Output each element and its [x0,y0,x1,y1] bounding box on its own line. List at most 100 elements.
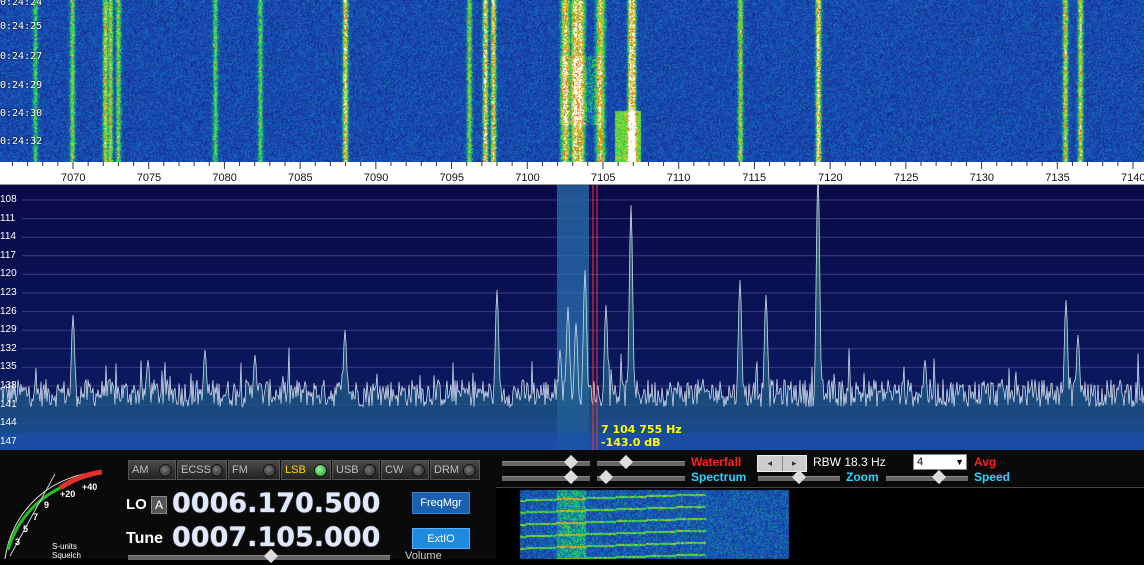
waterfall-display[interactable]: 0:24:24 0:24:25 0:24:27 0:24:29 0:24:30 … [0,0,1144,162]
s-meter-scale-label: +40 [82,482,98,492]
s-meter-units-label: S-units [52,542,77,551]
mode-button-label: DRM [434,464,460,476]
mode-led-icon [314,463,327,477]
chevron-down-icon: ▼ [955,457,964,467]
frequency-tick-label: 7115 [742,172,767,184]
speed-label: Speed [974,470,1011,484]
mode-button-usb[interactable]: USB [332,460,380,480]
db-scale-label: 129 [0,324,17,336]
s-meter-scale-label: 3 [15,537,21,547]
mode-button-fm[interactable]: FM [228,460,280,480]
db-scale-label: 147 [0,435,17,447]
frequency-tick-label: 7130 [969,172,995,184]
freqmgr-button[interactable]: FreqMgr [412,492,470,514]
waterfall-time-label: 0:24:32 [0,136,43,147]
waterfall-offset-slider[interactable] [502,454,590,470]
spectrum-label: Spectrum [691,470,747,484]
mode-button-label: FM [232,464,248,476]
waterfall-time-label: 0:24:30 [0,108,43,119]
frequency-tick-label: 7080 [212,172,237,184]
waterfall-time-label: 0:24:25 [0,21,43,32]
mode-led-icon [159,463,172,477]
waterfall-time-label: 0:24:29 [0,80,43,91]
control-panel: +40 +20 9 7 5 3 S-units Squelch AM ECSS … [0,450,1144,564]
mode-button-am[interactable]: AM [128,460,176,480]
tune-label: Tune [126,530,164,547]
lo-label: LO [126,496,147,513]
db-scale-label: 114 [0,231,16,243]
slider-thumb[interactable] [563,469,579,485]
audio-waterfall-display[interactable] [496,487,1144,560]
spectrum-plot[interactable] [0,185,1144,450]
db-scale-label: 108 [0,194,17,205]
db-scale-label: 111 [0,212,16,224]
db-scale-label: 123 [0,287,17,298]
mode-button-ecss[interactable]: ECSS [177,460,227,480]
mode-button-lsb[interactable]: LSB [281,460,331,480]
vfo-a-badge[interactable]: A [151,496,167,514]
mode-button-label: CW [385,464,404,476]
mode-led-icon [363,463,376,477]
frequency-tick-label: 7135 [1045,172,1070,184]
db-scale-label: 141 [0,398,17,410]
db-scale-label: 132 [0,342,17,354]
waterfall-range-slider[interactable] [597,454,685,470]
frequency-tick-label: 7105 [591,172,616,184]
waterfall-label: Waterfall [691,455,742,469]
s-meter-scale-label: 5 [23,524,29,534]
frequency-tick-label: 7085 [288,172,313,184]
spectrum-range-slider[interactable] [597,469,685,485]
arrow-left-icon[interactable]: ◂ [758,456,783,471]
cursor-frequency-readout: 7 104 755 Hz [601,423,682,436]
db-scale-label: 120 [0,268,17,280]
db-scale-label: 126 [0,305,17,317]
slider-thumb[interactable] [598,469,614,485]
mode-led-icon [263,463,276,477]
slider-thumb[interactable] [931,469,947,485]
frequency-tick-label: 7075 [136,172,162,184]
s-meter-scale-label: 9 [44,500,50,510]
frequency-tick-label: 7100 [515,172,540,184]
cursor-level-readout: -143.0 dB [601,436,661,449]
db-scale-label: 135 [0,361,17,373]
s-meter-scale-label: 7 [33,512,39,522]
mode-led-icon [412,463,425,477]
mode-button-label: LSB [285,464,306,476]
volume-label: Volume [405,550,442,562]
s-meter-scale-label: +20 [60,489,76,499]
mode-button-label: AM [132,464,149,476]
waterfall-canvas[interactable] [0,0,1144,162]
extio-button[interactable]: ExtIO [412,528,470,549]
slider-thumb[interactable] [563,454,579,470]
mode-button-cw[interactable]: CW [381,460,429,480]
frequency-tick-label: 7120 [818,172,843,184]
spectrum-display[interactable]: 108 111 114 117 120 123 126 129 132 135 138 141 144 1… [0,185,1144,450]
mode-led-icon [210,463,223,477]
slider-thumb[interactable] [618,454,634,470]
frequency-tick-label: 7090 [363,172,389,184]
volume-slider[interactable] [128,548,390,564]
avg-select-value: 4 [917,456,924,468]
frequency-axis[interactable]: 7070 7075 7080 7085 7090 7095 7100 7105 7110 7115… [0,162,1144,185]
spectrum-offset-slider[interactable] [502,469,590,485]
arrow-right-icon[interactable]: ▸ [783,456,807,471]
mode-button-label: USB [336,464,359,476]
audio-waterfall-canvas[interactable] [496,488,1144,560]
db-scale-label: 144 [0,417,17,429]
rbw-label: RBW 18.3 Hz [813,455,886,469]
frequency-tick-label: 7070 [61,172,86,184]
mode-button-drm[interactable]: DRM [430,460,480,480]
speed-slider[interactable] [886,469,968,485]
frequency-tick-label: 7140 [1121,172,1144,184]
lo-frequency-display[interactable]: 0006.170.500 [172,488,380,519]
avg-select[interactable]: 4 ▼ [913,454,967,470]
waterfall-time-label: 0:24:24 [0,0,43,8]
slider-thumb[interactable] [791,469,807,485]
mode-button-label: ECSS [181,464,211,476]
frequency-tick-label: 7095 [439,172,465,184]
zoom-slider[interactable] [758,469,840,485]
zoom-label: Zoom [846,470,879,484]
tune-frequency-display[interactable]: 0007.105.000 [172,522,380,553]
db-scale-label: 117 [0,249,16,261]
frequency-tick-label: 7110 [666,172,691,184]
